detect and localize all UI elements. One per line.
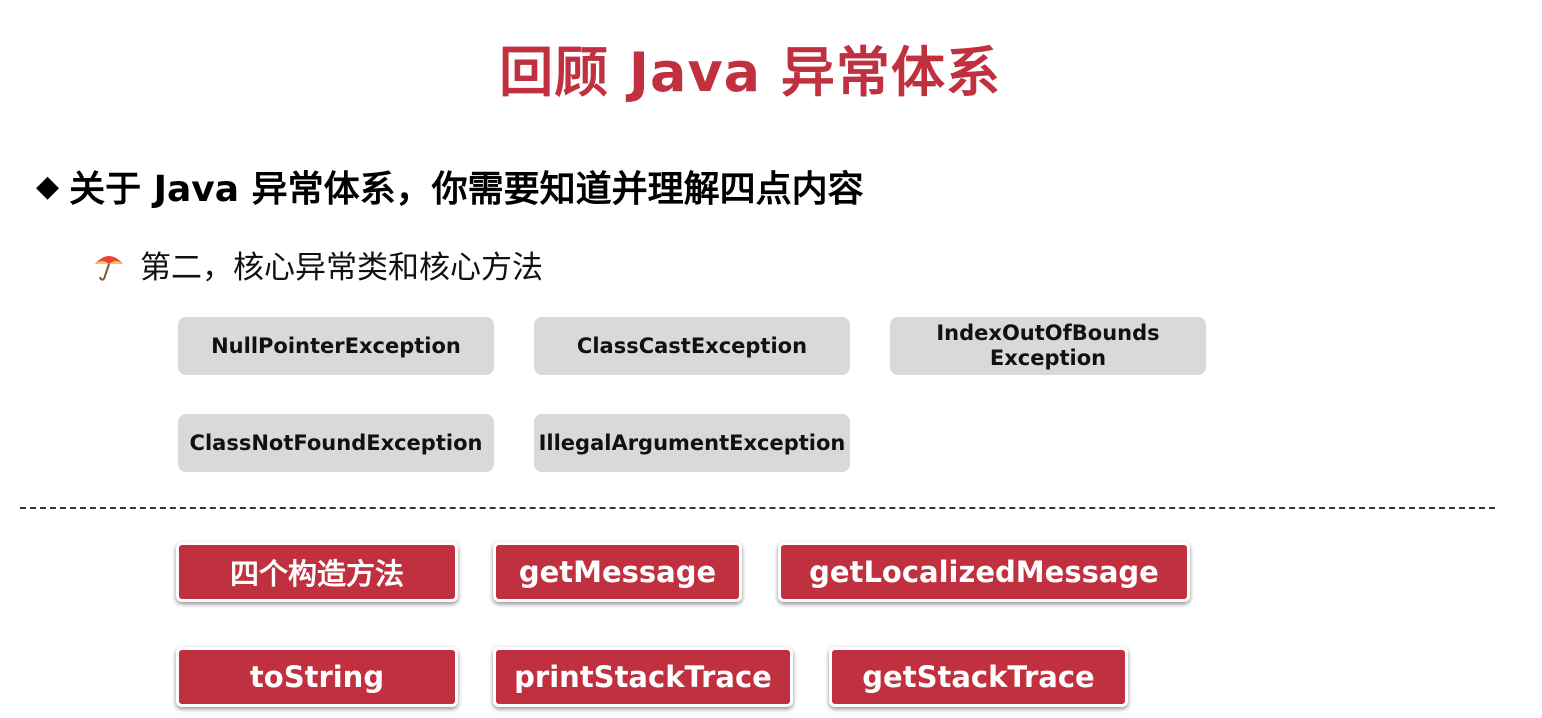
section-heading: ◆ 关于 Java 异常体系，你需要知道并理解四点内容: [36, 160, 864, 212]
exception-box-classcast: ClassCastException: [534, 317, 850, 375]
method-box-getstacktrace: getStackTrace: [829, 647, 1128, 707]
exception-box-classnotfound: ClassNotFoundException: [178, 414, 494, 472]
umbrella-icon: [95, 255, 123, 281]
diamond-bullet-icon: ◆: [36, 168, 60, 204]
method-box-constructors: 四个构造方法: [176, 542, 458, 602]
subheading-text: 第二，核心异常类和核心方法: [140, 250, 543, 286]
method-box-tostring: toString: [176, 647, 458, 707]
slide-title: 回顾 Java 异常体系: [499, 41, 1001, 104]
section-heading-text: 关于 Java 异常体系，你需要知道并理解四点内容: [69, 169, 864, 210]
subheading: 第二，核心异常类和核心方法: [92, 242, 543, 287]
exception-box-indexoutofbounds: IndexOutOfBounds Exception: [890, 317, 1206, 375]
method-box-printstacktrace: printStackTrace: [493, 647, 793, 707]
method-box-getmessage: getMessage: [493, 542, 742, 602]
exception-box-illegalargument: IllegalArgumentException: [534, 414, 850, 472]
dashed-divider: [20, 507, 1495, 509]
method-box-getlocalizedmessage: getLocalizedMessage: [778, 542, 1190, 602]
exception-box-nullpointer: NullPointerException: [178, 317, 494, 375]
